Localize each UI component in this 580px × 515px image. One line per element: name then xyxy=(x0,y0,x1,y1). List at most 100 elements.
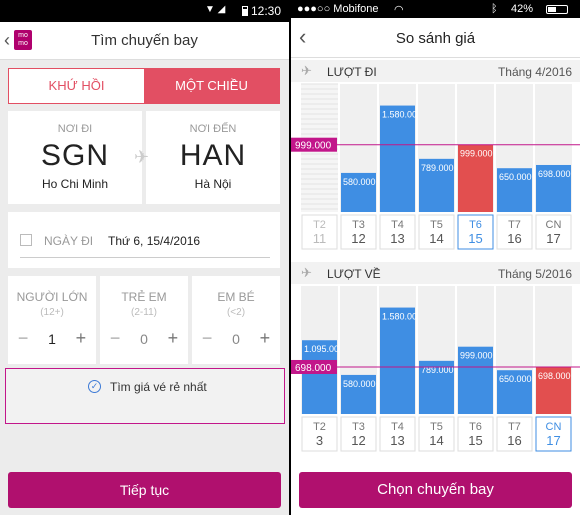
nav-bar: ‹ mo mo Tìm chuyến bay xyxy=(0,22,289,60)
date-label: 13 xyxy=(390,433,404,448)
price-chart-svg: T211 580.000 T312 1.580.000 T413 789.000 T514 9… xyxy=(291,83,580,250)
date-label: 13 xyxy=(390,231,404,246)
date-underline xyxy=(20,257,270,258)
page-title: So sánh giá xyxy=(395,30,476,47)
plus-icon[interactable]: + xyxy=(76,328,87,349)
wifi-icon: ◠ xyxy=(394,4,404,16)
status-bar: ●●●○○ Mobifone ◠ ᛒ 42% xyxy=(291,0,580,18)
battery-icon xyxy=(546,5,568,14)
adult-count: 1 xyxy=(48,330,56,347)
date-value: Thứ 6, 15/4/2016 xyxy=(108,234,201,248)
minus-icon[interactable]: − xyxy=(110,328,121,349)
price-label: 999.000 xyxy=(460,149,493,159)
date-label: 12 xyxy=(351,231,365,246)
infant-counter: EM BÉ (<2) − 0 + xyxy=(192,276,280,364)
plus-icon[interactable]: + xyxy=(260,328,271,349)
bluetooth-icon: ᛒ xyxy=(491,3,498,15)
weekday-label: T2 xyxy=(313,421,326,433)
return-header: ✈ LƯỢT VỀ Tháng 5/2016 xyxy=(291,262,580,284)
weekday-label: T7 xyxy=(508,219,521,231)
status-time: 12:30 xyxy=(250,4,281,18)
continue-button[interactable]: Tiếp tục xyxy=(8,472,281,508)
price-label: 789.000 xyxy=(421,163,454,173)
destination-label: NƠI ĐẾN xyxy=(189,123,237,135)
weekday-label: CN xyxy=(546,219,562,231)
choose-flight-button[interactable]: Chọn chuyến bay xyxy=(299,472,572,508)
price-label: 789.000 xyxy=(421,365,454,375)
origin-label: NƠI ĐI xyxy=(57,123,93,135)
plus-icon[interactable]: + xyxy=(168,328,179,349)
nav-bar: ‹ So sánh giá xyxy=(291,18,580,58)
price-label: 1.580.000 xyxy=(382,110,422,120)
price-label: 650.000 xyxy=(499,172,532,182)
route-selector: NƠI ĐI SGN Ho Chi Minh NƠI ĐẾN HAN Hà Nộ… xyxy=(8,111,280,204)
origin-field[interactable]: NƠI ĐI SGN Ho Chi Minh xyxy=(8,111,142,204)
outbound-header: ✈ LƯỢT ĐI Tháng 4/2016 xyxy=(291,60,580,82)
carrier-name: ●●●○○ Mobifone xyxy=(297,3,379,15)
date-label: 11 xyxy=(313,231,327,246)
price-bar[interactable] xyxy=(380,307,415,414)
price-label: 1.580.000 xyxy=(382,312,422,322)
date-label: 14 xyxy=(429,231,443,246)
outbound-title: LƯỢT ĐI xyxy=(327,65,377,79)
plane-landing-icon: ✈ xyxy=(301,265,312,280)
weekday-label: T6 xyxy=(469,421,482,433)
child-label: TRẺ EM xyxy=(121,290,167,304)
cheapest-fare-option[interactable]: ✓ Tìm giá vé rẻ nhất xyxy=(5,368,285,424)
reference-price-label: 999.000 xyxy=(295,141,332,152)
cheapest-fare-label: Tìm giá vé rẻ nhất xyxy=(110,380,207,394)
date-label: 15 xyxy=(468,231,482,246)
adult-label: NGƯỜI LỚN xyxy=(16,290,88,304)
status-bar: ▼ ◢ 12:30 xyxy=(0,0,289,22)
departure-date-field[interactable]: NGÀY ĐI Thứ 6, 15/4/2016 xyxy=(8,212,280,268)
adult-counter: NGƯỜI LỚN (12+) − 1 + xyxy=(8,276,96,364)
price-label: 1.095.000 xyxy=(304,344,344,354)
destination-code: HAN xyxy=(179,139,247,172)
infant-range: (<2) xyxy=(226,307,246,318)
calendar-icon xyxy=(20,234,32,246)
destination-field[interactable]: NƠI ĐẾN HAN Hà Nội xyxy=(146,111,280,204)
minus-icon[interactable]: − xyxy=(18,328,29,349)
price-label: 999.000 xyxy=(460,351,493,361)
price-chart-svg: 1.095.000 T23 580.000 T312 1.580.000 T413 789.… xyxy=(291,286,580,452)
date-label: 14 xyxy=(429,433,443,448)
battery-icon xyxy=(242,6,248,16)
page-title: Tìm chuyến bay xyxy=(91,32,198,49)
price-label: 580.000 xyxy=(343,379,376,389)
price-label: 698.000 xyxy=(538,169,571,179)
return-price-chart: 1.095.000 T2 3 580.000 T3 12 1.580.000 T4 13 789.… xyxy=(291,284,580,454)
minus-icon[interactable]: − xyxy=(202,328,213,349)
signal-icon: ▼ ◢ xyxy=(205,4,226,15)
return-title: LƯỢT VỀ xyxy=(327,267,381,281)
weekday-label: T3 xyxy=(352,219,365,231)
date-label: 16 xyxy=(507,231,521,246)
weekday-label: T6 xyxy=(469,219,482,231)
child-stepper: − 0 + xyxy=(100,328,188,349)
one-way-tab[interactable]: MỘT CHIỀU xyxy=(144,69,279,103)
outbound-price-chart: T2 11 580.000 T3 12 1.580.000 T4 13 789.000 T5 14 9… xyxy=(291,82,580,252)
weekday-label: T7 xyxy=(508,421,521,433)
battery-percent: 42% xyxy=(511,3,534,15)
price-bar[interactable] xyxy=(380,105,415,212)
origin-city: Ho Chi Minh xyxy=(41,177,109,191)
check-icon[interactable]: ✓ xyxy=(88,380,101,393)
date-label: 17 xyxy=(546,231,560,246)
weekday-label: T4 xyxy=(391,219,404,231)
right-screen: ●●●○○ Mobifone ◠ ᛒ 42% ‹ So sánh giá ✈ L… xyxy=(291,0,580,515)
child-count: 0 xyxy=(140,330,148,347)
infant-count: 0 xyxy=(232,330,240,347)
origin-code: SGN xyxy=(40,139,109,172)
left-screen: ▼ ◢ 12:30 ‹ mo mo Tìm chuyến bay KHỨ HỒI… xyxy=(0,0,289,515)
weekday-label: T5 xyxy=(430,421,443,433)
round-trip-tab[interactable]: KHỨ HỒI xyxy=(9,69,144,103)
outbound-month: Tháng 4/2016 xyxy=(497,65,572,79)
adult-range: (12+) xyxy=(40,307,64,318)
passenger-counts: NGƯỜI LỚN (12+) − 1 + TRẺ EM (2-11) − 0 … xyxy=(8,276,280,364)
trip-type-toggle: KHỨ HỒI MỘT CHIỀU xyxy=(8,68,280,104)
return-month: Tháng 5/2016 xyxy=(497,267,572,281)
reference-price-label: 698.000 xyxy=(295,363,332,374)
price-label: 580.000 xyxy=(343,177,376,187)
price-label: 650.000 xyxy=(499,374,532,384)
plane-icon: ✈ xyxy=(134,147,150,167)
destination-city: Hà Nội xyxy=(194,177,232,191)
